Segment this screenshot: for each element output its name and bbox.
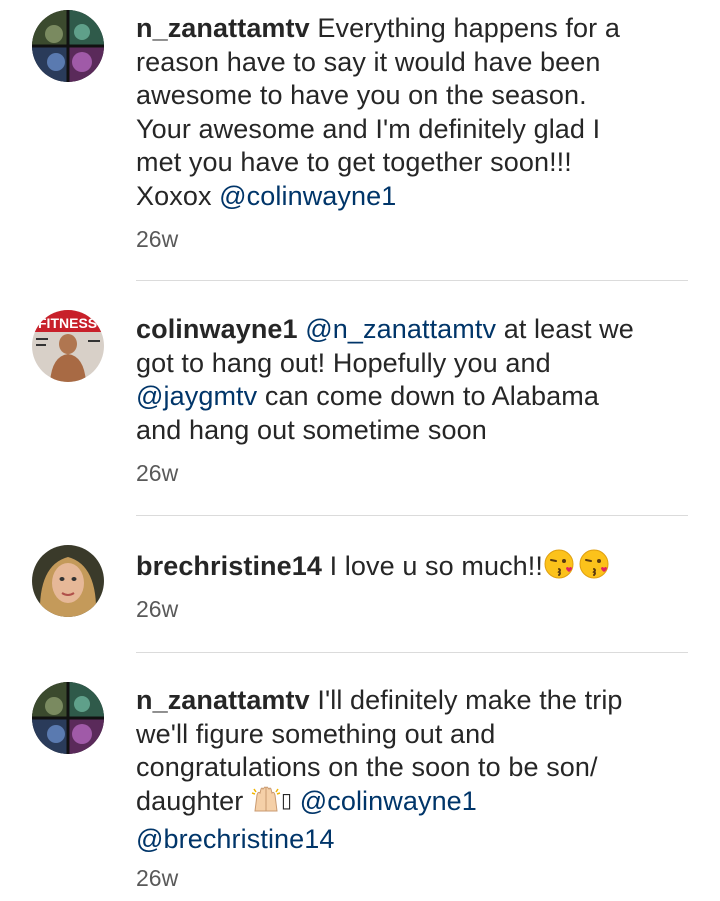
mention-link[interactable]: @colinwayne1 [219,181,396,211]
username[interactable]: colinwayne1 [136,314,298,344]
kissing-heart-emoji-icon [543,548,575,589]
divider [136,515,688,516]
avatar[interactable]: FITNESS [32,310,104,382]
mention-link[interactable]: @brechristine14 [136,824,335,854]
timestamp[interactable]: 26w [136,460,178,487]
timestamp[interactable]: 26w [136,865,178,892]
comment-text: n_zanattamtv I'll definitely make the tr… [136,684,636,857]
comment-body: I love u so much!! [329,551,543,581]
username[interactable]: n_zanattamtv [136,685,310,715]
divider [136,652,688,653]
avatar[interactable] [32,682,104,754]
mention-link[interactable]: @n_zanattamtv [305,314,496,344]
raising-hands-emoji-icon [251,785,281,824]
comment-text: brechristine14 I love u so much!! [136,548,636,589]
divider [136,280,688,281]
kissing-heart-emoji-icon [578,548,610,589]
comment-text: n_zanattamtv Everything happens for a re… [136,12,636,213]
mention-link[interactable]: @colinwayne1 [300,786,477,816]
missing-glyph: ▯ [281,789,293,812]
avatar[interactable] [32,10,104,82]
username[interactable]: brechristine14 [136,551,322,581]
timestamp[interactable]: 26w [136,596,178,623]
avatar[interactable] [32,545,104,617]
timestamp[interactable]: 26w [136,226,178,253]
username[interactable]: n_zanattamtv [136,13,310,43]
svg-text:FITNESS: FITNESS [38,315,97,331]
comment-text: colinwayne1 @n_zanattamtv at least we go… [136,313,636,447]
mention-link[interactable]: @jaygmtv [136,381,257,411]
